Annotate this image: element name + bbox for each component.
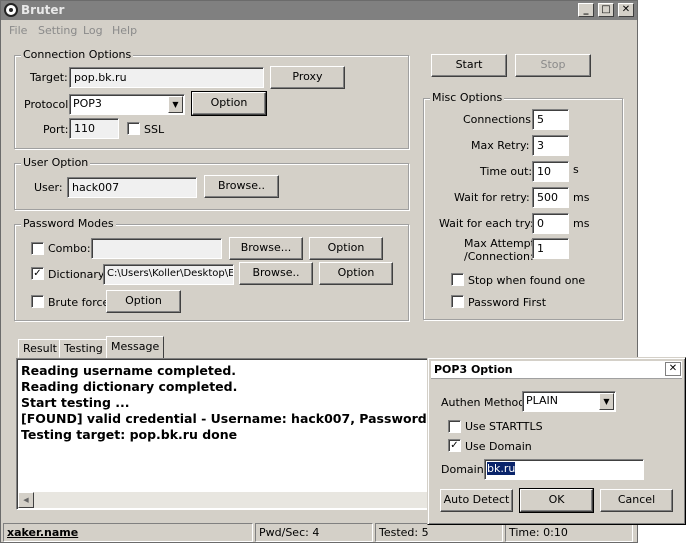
port-label: Port: (43, 123, 69, 136)
domain-input[interactable]: bk.ru (484, 459, 644, 480)
minimize-button[interactable]: _ (578, 3, 594, 17)
brute-force-option-button[interactable]: Option (106, 290, 181, 313)
combo-label: Combo: (48, 242, 91, 255)
use-domain-checkbox[interactable]: ✓ (448, 439, 461, 452)
starttls-checkbox[interactable] (448, 420, 461, 433)
timeout-input[interactable]: 10 (532, 161, 569, 182)
user-option-label: User Option (21, 156, 91, 169)
password-first-label: Password First (468, 296, 547, 309)
wait-each-unit: ms (573, 217, 590, 230)
max-attempt-input[interactable]: 1 (532, 238, 569, 259)
stop-when-found-checkbox[interactable] (451, 273, 464, 286)
user-label: User: (34, 181, 63, 194)
target-label: Target: (30, 71, 68, 84)
title-bar[interactable]: Bruter _ □ ✕ (1, 1, 637, 20)
domain-label: Domain: (441, 463, 488, 476)
menu-bar: File Setting Log Help (1, 20, 637, 40)
close-button[interactable]: ✕ (618, 3, 634, 17)
proxy-button[interactable]: Proxy (270, 66, 345, 89)
ok-button[interactable]: OK (519, 488, 594, 513)
dictionary-input[interactable]: C:\Users\Koller\Desktop\E (103, 264, 234, 285)
menu-setting[interactable]: Setting (38, 24, 77, 37)
user-input[interactable]: hack007 (67, 177, 197, 198)
max-retry-label: Max Retry: (471, 139, 530, 152)
chevron-down-icon[interactable]: ▼ (168, 96, 183, 113)
pwd-sec-status: Pwd/Sec: 4 (255, 523, 373, 542)
dialog-title: POP3 Option (434, 363, 513, 376)
protocol-option-button[interactable]: Option (191, 91, 267, 116)
brute-force-checkbox[interactable] (31, 295, 44, 308)
tab-result[interactable]: Result (18, 339, 62, 358)
wait-each-input[interactable]: 0 (532, 213, 569, 234)
log-line: Testing target: pop.bk.ru done (21, 427, 238, 442)
port-input[interactable]: 110 (69, 118, 119, 139)
stop-when-found-label: Stop when found one (468, 274, 586, 287)
connections-input[interactable]: 5 (532, 109, 569, 130)
timeout-label: Time out: (480, 165, 533, 178)
combo-option-button[interactable]: Option (309, 237, 383, 260)
max-attempt-label-line2: /Connection: (464, 250, 534, 263)
dialog-close-icon[interactable]: ✕ (665, 362, 681, 376)
wait-each-label: Wait for each try: (439, 217, 534, 230)
scroll-left-icon[interactable]: ◀ (18, 492, 34, 508)
dialog-title-bar[interactable]: POP3 Option ✕ (431, 361, 682, 379)
menu-log[interactable]: Log (83, 24, 103, 37)
start-button[interactable]: Start (431, 54, 507, 77)
cancel-button[interactable]: Cancel (600, 489, 673, 512)
connections-label: Connections: (463, 113, 535, 126)
tab-testing[interactable]: Testing (59, 339, 108, 358)
brute-force-label: Brute force (48, 296, 110, 309)
log-line: Reading dictionary completed. (21, 379, 238, 394)
combo-checkbox[interactable] (31, 242, 44, 255)
target-input[interactable]: pop.bk.ru (69, 67, 264, 88)
log-line: [FOUND] valid credential - Username: hac… (21, 411, 460, 426)
app-icon (4, 3, 18, 17)
password-modes-label: Password Modes (21, 217, 116, 230)
starttls-label: Use STARTTLS (465, 420, 543, 433)
use-domain-label: Use Domain (465, 440, 532, 453)
ssl-label: SSL (144, 123, 165, 136)
time-status: Time: 0:10 (505, 523, 633, 542)
dictionary-label: Dictionary: (48, 268, 108, 281)
log-line: Reading username completed. (21, 363, 237, 378)
combo-browse-button[interactable]: Browse... (229, 237, 303, 260)
window-title: Bruter (21, 3, 65, 17)
authen-method-value: PLAIN (526, 394, 559, 407)
log-line: Start testing ... (21, 395, 130, 410)
domain-value: bk.ru (487, 462, 516, 475)
combo-input[interactable] (91, 238, 222, 259)
maximize-button[interactable]: □ (598, 3, 614, 17)
pop3-option-dialog: POP3 Option ✕ Authen Method: PLAIN ▼ Use… (427, 357, 686, 525)
connection-options-label: Connection Options (21, 48, 134, 61)
auto-detect-button[interactable]: Auto Detect (440, 489, 513, 512)
dictionary-browse-button[interactable]: Browse.. (239, 262, 313, 285)
ssl-checkbox[interactable] (127, 122, 140, 135)
wait-retry-label: Wait for retry: (454, 191, 530, 204)
password-first-checkbox[interactable] (451, 295, 464, 308)
watermark: xaker.name (3, 523, 253, 542)
chevron-down-icon[interactable]: ▼ (599, 393, 614, 410)
tested-status: Tested: 5 (375, 523, 503, 542)
menu-help[interactable]: Help (112, 24, 137, 37)
dictionary-checkbox[interactable]: ✓ (31, 267, 44, 280)
menu-file[interactable]: File (9, 24, 27, 37)
dictionary-option-button[interactable]: Option (319, 262, 393, 285)
user-browse-button[interactable]: Browse.. (204, 175, 279, 198)
authen-method-select[interactable]: PLAIN ▼ (522, 391, 616, 412)
protocol-select[interactable]: POP3 ▼ (69, 94, 185, 115)
misc-options-label: Misc Options (430, 91, 505, 104)
max-retry-input[interactable]: 3 (532, 135, 569, 156)
protocol-label: Protocol: (24, 98, 73, 111)
protocol-value: POP3 (73, 97, 102, 110)
tab-message[interactable]: Message (106, 336, 165, 359)
max-attempt-label-line1: Max Attempt (464, 237, 535, 250)
authen-method-label: Authen Method: (441, 396, 529, 409)
wait-retry-input[interactable]: 500 (532, 187, 569, 208)
timeout-unit: s (573, 163, 579, 176)
wait-retry-unit: ms (573, 191, 590, 204)
stop-button: Stop (515, 54, 591, 77)
